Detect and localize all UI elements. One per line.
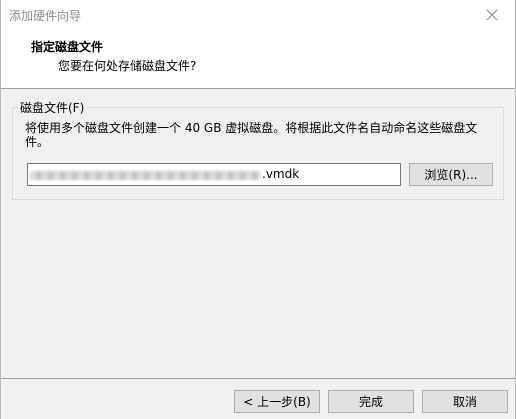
disk-file-group-label: 磁盘文件(F) <box>18 99 87 116</box>
browse-button[interactable]: 浏览(R)... <box>409 163 493 186</box>
add-hardware-wizard-window: 添加硬件向导 指定磁盘文件 您要在何处存储磁盘文件? 磁盘文件(F) 将使用多个… <box>0 0 516 419</box>
disk-file-path-input[interactable]: .vmdk <box>27 163 401 186</box>
page-title: 指定磁盘文件 <box>31 40 104 54</box>
close-icon <box>486 9 498 21</box>
disk-file-description: 将使用多个磁盘文件创建一个 40 GB 虚拟磁盘。将根据此文件名自动命名这些磁盘… <box>25 121 478 149</box>
window-title: 添加硬件向导 <box>9 9 82 23</box>
finish-button[interactable]: 完成 <box>328 390 414 413</box>
path-extension-text: .vmdk <box>262 167 300 181</box>
redacted-path-text <box>30 171 260 180</box>
back-button[interactable]: < 上一步(B) <box>234 390 320 413</box>
page-subtitle: 您要在何处存储磁盘文件? <box>58 59 197 73</box>
wizard-footer: < 上一步(B) 完成 取消 <box>1 378 515 419</box>
title-bar: 添加硬件向导 <box>1 0 515 30</box>
wizard-header: 指定磁盘文件 您要在何处存储磁盘文件? <box>1 30 515 89</box>
close-button[interactable] <box>469 0 515 30</box>
disk-file-group: 磁盘文件(F) 将使用多个磁盘文件创建一个 40 GB 虚拟磁盘。将根据此文件名… <box>12 99 504 200</box>
cancel-button[interactable]: 取消 <box>422 390 508 413</box>
